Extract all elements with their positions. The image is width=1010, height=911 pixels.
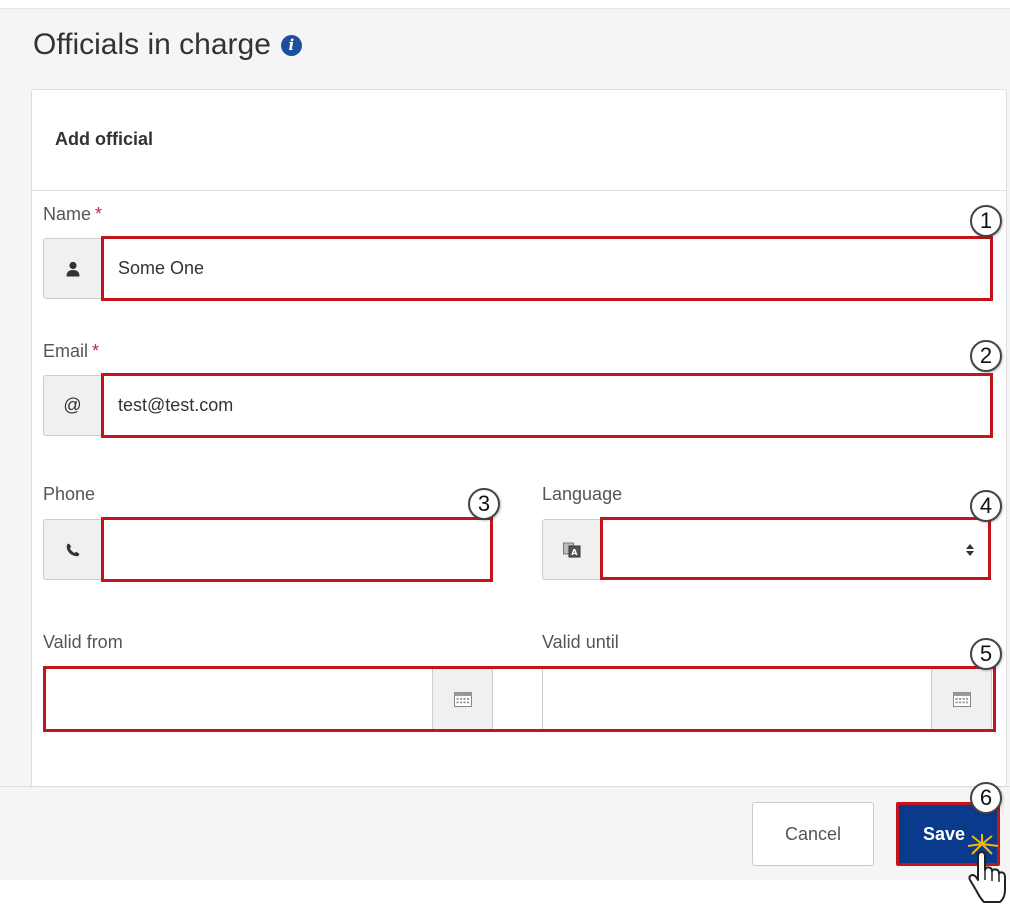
callout-1: 1 (970, 205, 1002, 237)
language-select[interactable] (600, 519, 989, 580)
language-label: Language (542, 484, 623, 504)
required-marker: * (92, 341, 100, 361)
language-icon: A (542, 519, 600, 580)
required-marker: * (95, 204, 103, 224)
email-input[interactable] (101, 375, 991, 436)
name-label: Name * (43, 204, 103, 224)
valid-from-input[interactable] (43, 668, 433, 730)
card-title: Add official (55, 129, 153, 149)
hand-cursor-icon (967, 834, 1006, 903)
svg-text:A: A (571, 548, 578, 557)
callout-6: 6 (970, 782, 1002, 814)
official-form-page: Officials in charge i Add official Name *… (0, 0, 1010, 911)
email-label: Email * (43, 341, 100, 361)
name-input[interactable] (101, 238, 991, 299)
valid-from-label: Valid from (43, 632, 123, 652)
calendar-icon[interactable] (932, 668, 992, 730)
phone-icon (43, 519, 101, 580)
callout-3: 3 (468, 488, 500, 520)
phone-input[interactable] (101, 519, 491, 580)
phone-label: Phone (43, 484, 96, 504)
callout-2: 2 (970, 340, 1002, 372)
user-icon (43, 238, 101, 299)
section-title-text: Officials in charge (33, 28, 271, 61)
valid-until-label: Valid until (542, 632, 619, 652)
section-title: Officials in charge i (33, 28, 302, 62)
cancel-button[interactable]: Cancel (752, 802, 874, 866)
callout-4: 4 (970, 490, 1002, 522)
info-icon[interactable]: i (280, 34, 302, 56)
card-header: Add official (32, 90, 1006, 191)
valid-until-input[interactable] (542, 668, 932, 730)
select-arrows-icon (966, 543, 974, 556)
at-sign-icon: @ (43, 375, 101, 436)
calendar-icon[interactable] (433, 668, 493, 730)
callout-5: 5 (970, 638, 1002, 670)
